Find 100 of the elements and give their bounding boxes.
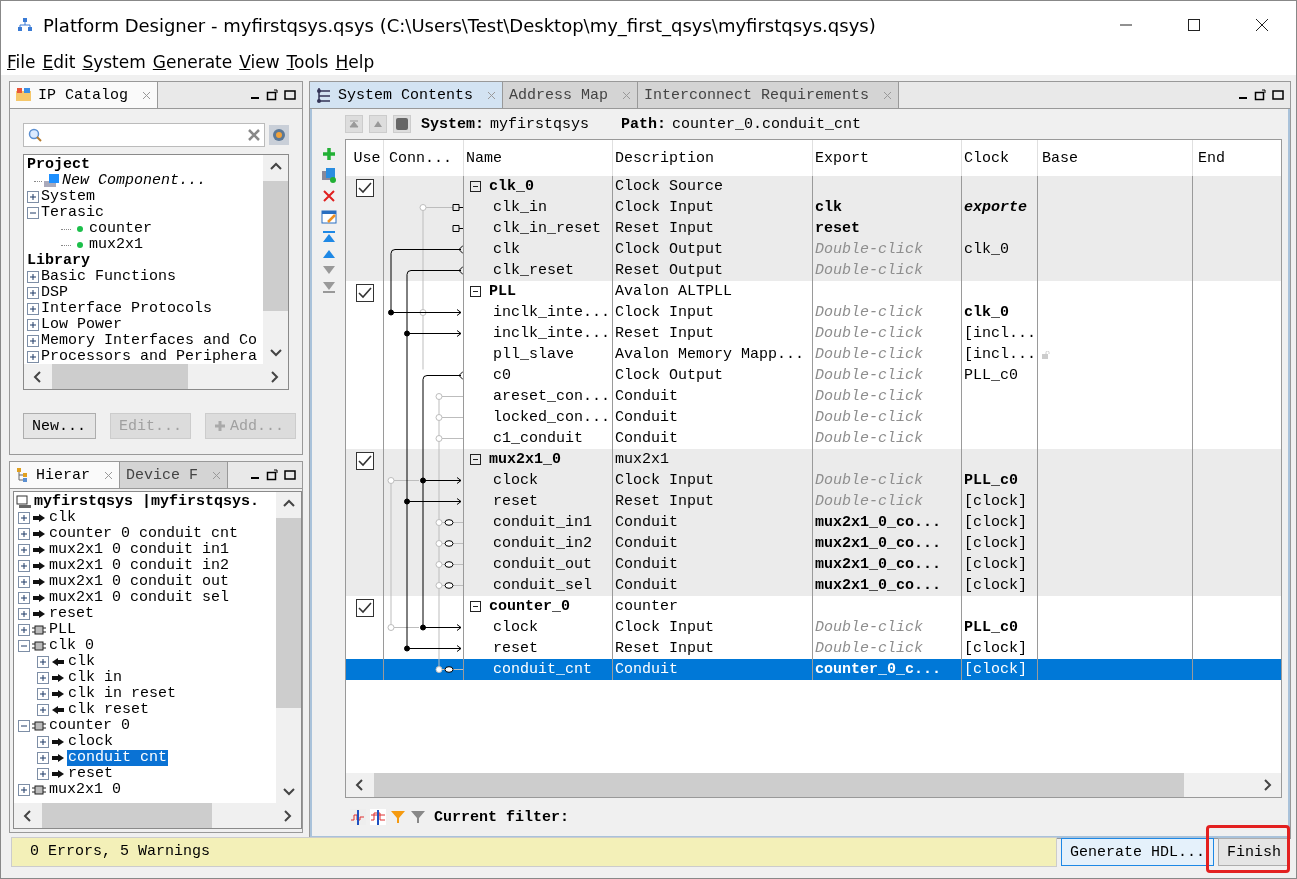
scroll-up-icon[interactable] [281, 498, 296, 508]
panel-tab[interactable]: Interconnect Requirements [638, 82, 900, 108]
tree-item[interactable]: mux2x1 0 conduit in2 [48, 558, 231, 574]
tree-item[interactable]: clock [67, 734, 114, 750]
horizontal-scrollbar[interactable] [14, 803, 301, 828]
table-row[interactable]: clock Clock Input Double-click PLL_c0 [346, 470, 1281, 491]
tree-item[interactable]: counter 0 [48, 718, 131, 734]
tree-item[interactable]: mux2x1 0 [48, 782, 122, 798]
scroll-down-icon[interactable] [268, 348, 283, 358]
checkbox[interactable] [355, 178, 374, 197]
dialog-button[interactable]: Finish [1218, 838, 1290, 866]
table-cell[interactable]: clk_0 [964, 302, 1009, 323]
float-icon[interactable] [1254, 89, 1266, 101]
scroll-right-icon[interactable] [270, 369, 280, 384]
table-cell[interactable]: [clock] [964, 533, 1027, 554]
table-cell[interactable]: mux2x1_0_co... [815, 575, 942, 596]
scroll-down-icon[interactable] [281, 787, 296, 797]
move-top-icon[interactable] [321, 231, 336, 243]
tree-item[interactable]: System [41, 189, 95, 205]
collapse-icon[interactable] [470, 181, 481, 192]
expand-icon[interactable] [37, 768, 49, 780]
panel-tab[interactable]: Device F [120, 462, 229, 488]
table-row[interactable]: clk_reset Reset Output Double-click [346, 260, 1281, 281]
panel-tab[interactable]: IP Catalog [10, 82, 158, 108]
tree-item[interactable]: counter 0 conduit cnt [48, 526, 240, 542]
tree-item[interactable]: reset [48, 606, 95, 622]
table-row[interactable]: conduit_in1 Conduit mux2x1_0_co... [clock] [346, 512, 1281, 533]
horizontal-scrollbar[interactable] [24, 364, 288, 389]
menu-item[interactable]: View [239, 52, 280, 72]
tree-item[interactable]: mux2x1 0 conduit sel [48, 590, 231, 606]
table-cell[interactable]: clk_0 [964, 239, 1009, 260]
panel-tab[interactable]: Hierar [10, 462, 120, 488]
table-cell[interactable]: [clock] [964, 554, 1027, 575]
expand-icon[interactable] [27, 319, 39, 331]
scroll-right-icon[interactable] [283, 808, 293, 823]
menu-item[interactable]: Help [335, 52, 375, 72]
clear-icon[interactable] [248, 129, 260, 141]
table-cell[interactable]: counter_0_c... [815, 659, 942, 680]
vertical-scrollbar[interactable] [263, 155, 288, 364]
tree-item[interactable]: Memory Interfaces and Co [41, 333, 258, 349]
expand-icon[interactable] [37, 688, 49, 700]
tree-item[interactable]: clk [67, 654, 96, 670]
expand-icon[interactable] [18, 512, 30, 524]
panel-tab[interactable]: System Contents [310, 82, 504, 108]
expand-icon[interactable] [37, 672, 49, 684]
expand-icon[interactable] [18, 624, 30, 636]
expand-icon[interactable] [27, 335, 39, 347]
table-row[interactable]: clk_in_reset Reset Input reset [346, 218, 1281, 239]
tree-item[interactable]: mux2x1 0 conduit out [48, 574, 231, 590]
table-cell[interactable]: [clock] [964, 638, 1027, 659]
table-row[interactable]: mux2x1_0 mux2x1 [346, 449, 1281, 470]
expand-icon[interactable] [27, 287, 39, 299]
scroll-up-icon[interactable] [268, 161, 283, 171]
table-cell[interactable]: [clock] [964, 491, 1027, 512]
table-cell[interactable]: PLL_c0 [964, 365, 1018, 386]
table-row[interactable]: clk Clock Output Double-click clk_0 [346, 239, 1281, 260]
collapse-icon[interactable] [470, 601, 481, 612]
move-up-icon[interactable] [321, 249, 336, 259]
signal-filter-icon[interactable] [370, 809, 386, 825]
expand-icon[interactable] [18, 608, 30, 620]
expand-icon[interactable] [27, 191, 39, 203]
maximize-icon[interactable] [284, 470, 296, 480]
tree-item[interactable]: Processors and Periphera [41, 349, 258, 364]
table-row[interactable]: clk_0 Clock Source [346, 176, 1281, 197]
table-cell[interactable]: PLL_c0 [964, 470, 1018, 491]
panel-tab[interactable]: Address Map [503, 82, 639, 108]
table-cell[interactable]: [clock] [964, 659, 1027, 680]
tree-item[interactable]: myfirstqsys |myfirstqsys. [34, 494, 260, 510]
table-cell[interactable]: mux2x1_0_co... [815, 512, 942, 533]
tree-item[interactable]: clk in [67, 670, 123, 686]
table-row[interactable]: conduit_sel Conduit mux2x1_0_co... [clock] [346, 575, 1281, 596]
tree-item[interactable]: mux2x1 0 conduit in1 [48, 542, 231, 558]
close-icon[interactable] [142, 90, 151, 100]
vertical-scrollbar[interactable] [276, 492, 301, 803]
component-button[interactable] [393, 115, 411, 133]
table-cell[interactable]: [clock] [964, 575, 1027, 596]
table-row[interactable]: clk_in Clock Input clk exporte [346, 197, 1281, 218]
horizontal-scrollbar[interactable] [346, 773, 1281, 797]
delete-icon[interactable] [321, 189, 336, 203]
menu-item[interactable]: System [82, 52, 146, 72]
table-cell[interactable]: clk [815, 197, 842, 218]
expand-icon[interactable] [37, 752, 49, 764]
maximize-icon[interactable] [1272, 90, 1284, 100]
expand-icon[interactable] [18, 784, 30, 796]
checkbox[interactable] [355, 451, 374, 470]
collapse-icon[interactable] [470, 286, 481, 297]
table-cell[interactable]: reset [815, 218, 860, 239]
menu-item[interactable]: Tools [286, 52, 329, 72]
expand-icon[interactable] [27, 271, 39, 283]
expand-icon[interactable] [18, 560, 30, 572]
table-cell[interactable]: [incl... [964, 344, 1036, 365]
expand-icon[interactable] [27, 303, 39, 315]
signal-filter-icon[interactable] [350, 809, 366, 825]
tree-item[interactable]: counter [89, 221, 152, 237]
scroll-left-icon[interactable] [354, 778, 364, 792]
collapse-icon[interactable] [470, 454, 481, 465]
tree-item[interactable]: clk reset [67, 702, 150, 718]
dialog-button[interactable]: Generate HDL... [1060, 838, 1214, 866]
expand-icon[interactable] [18, 544, 30, 556]
expand-icon[interactable] [18, 592, 30, 604]
